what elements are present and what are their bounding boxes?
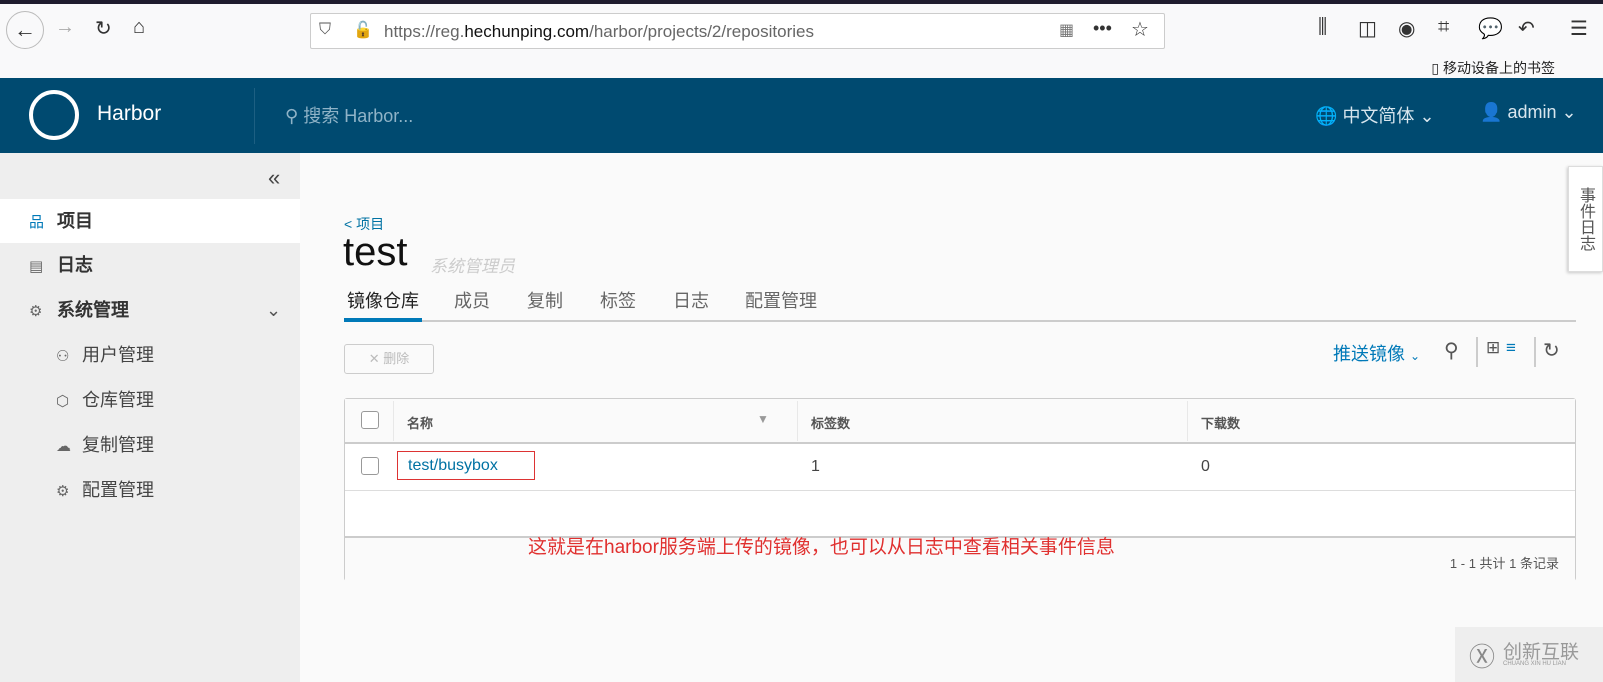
cube-icon: ⬡ [56, 393, 70, 410]
crop-icon[interactable]: ⌗ [1438, 16, 1449, 39]
sidebar-item-admin[interactable]: ⚙ 系统管理 ⌄ [0, 288, 300, 332]
select-all-checkbox[interactable] [361, 411, 379, 429]
annotation-text: 这就是在harbor服务端上传的镜像，也可以从日志中查看相关事件信息 [528, 537, 1115, 558]
pagination-count: 1 - 1 共计 1 条记录 [1449, 556, 1559, 571]
admin-icon: ⚙ [29, 303, 43, 320]
account-icon[interactable]: ◉ [1398, 16, 1415, 41]
column-downloads[interactable]: 下载数 [1201, 413, 1240, 432]
divider [1534, 337, 1536, 367]
tab-labels[interactable]: 标签 [600, 287, 636, 313]
sidebar-item-config[interactable]: ⚙ 配置管理 [56, 468, 154, 514]
reload-button[interactable]: ↻ [95, 16, 112, 41]
menu-icon[interactable]: ☰ [1570, 16, 1588, 41]
browser-toolbar: ← → ↻ ⌂ ⛉ 🔓 https://reg.hechunping.com/h… [0, 0, 1603, 78]
card-view-icon[interactable]: ⊞ [1486, 338, 1500, 358]
global-search[interactable]: ⚲ 搜索 Harbor... [285, 102, 413, 128]
undo-icon[interactable]: ↶ [1518, 16, 1535, 41]
watermark: Ⓧ 创新互联 CHUANG XIN HU LIAN [1455, 627, 1603, 682]
shield-icon: ⛉ [319, 21, 332, 38]
back-button[interactable]: ← [6, 11, 44, 49]
filter-icon[interactable]: ▼ [757, 412, 769, 426]
sidebar-item-users[interactable]: ⚇ 用户管理 [56, 333, 154, 379]
gear-icon: ⚙ [56, 483, 70, 500]
column-tags[interactable]: 标签数 [811, 413, 850, 432]
event-log-tab[interactable]: 事件日志 [1568, 166, 1603, 272]
user-icon: 👤 [1480, 102, 1503, 122]
projects-icon: 品 [29, 214, 45, 231]
sidebar: « 品项目 ▤ 日志 ⚙ 系统管理 ⌄ ⚇ 用户管理 ⬡ 仓库管理 ☁ 复制管理 ⚙ 配置管理 [0, 153, 300, 682]
qr-code-icon[interactable]: ▦ [1059, 20, 1074, 40]
list-view-icon[interactable]: ≡ [1506, 338, 1516, 358]
divider [1476, 337, 1478, 367]
search-icon: ⚲ [285, 106, 299, 126]
sidebar-icon[interactable]: ◫ [1358, 16, 1377, 41]
page-title: test [343, 230, 408, 274]
sidebar-item-projects[interactable]: 品项目 [0, 199, 300, 243]
chevron-down-icon: ⌄ [1419, 106, 1435, 126]
language-selector[interactable]: 🌐 中文简体 ⌄ [1315, 102, 1435, 128]
tab-configuration[interactable]: 配置管理 [745, 287, 817, 313]
watermark-logo-icon: Ⓧ [1469, 642, 1496, 672]
url-bar[interactable]: ⛉ 🔓 https://reg.hechunping.com/harbor/pr… [310, 13, 1165, 49]
url-text: https://reg.hechunping.com/harbor/projec… [384, 22, 814, 41]
refresh-icon[interactable]: ↻ [1543, 338, 1560, 363]
sidebar-item-replication[interactable]: ☁ 复制管理 [56, 423, 154, 469]
tag-count: 1 [811, 458, 820, 475]
app-header: Harbor ⚲ 搜索 Harbor... 🌐 中文简体 ⌄ 👤 admin ⌄ [0, 78, 1603, 153]
tab-divider [344, 320, 1576, 322]
brand-name[interactable]: Harbor [97, 102, 161, 126]
mobile-bookmarks[interactable]: ▯ 移动设备上的书签 [1431, 58, 1555, 78]
user-menu[interactable]: 👤 admin ⌄ [1480, 102, 1577, 123]
log-icon: ▤ [29, 258, 44, 275]
sidebar-item-registries[interactable]: ⬡ 仓库管理 [56, 378, 154, 424]
tab-logs[interactable]: 日志 [673, 287, 709, 313]
forward-button[interactable]: → [55, 16, 75, 39]
download-count: 0 [1201, 458, 1210, 475]
more-icon[interactable]: ••• [1093, 18, 1112, 39]
library-icon[interactable]: ⫼ [1318, 16, 1327, 39]
collapse-sidebar-icon[interactable]: « [268, 165, 280, 191]
table-header: 名称 ▼ 标签数 下载数 [345, 399, 1575, 444]
role-label: 系统管理员 [430, 257, 515, 276]
search-icon[interactable]: ⚲ [1444, 338, 1459, 363]
active-tab-indicator [344, 318, 422, 322]
divider [254, 88, 255, 144]
sidebar-item-logs[interactable]: ▤ 日志 [0, 243, 300, 287]
users-icon: ⚇ [56, 348, 70, 365]
divider [345, 490, 1575, 491]
lock-warning-icon: 🔓 [353, 22, 373, 39]
harbor-logo-icon [29, 90, 79, 140]
globe-icon: 🌐 [1315, 106, 1338, 126]
chevron-down-icon: ⌄ [1410, 349, 1421, 363]
cloud-icon: ☁ [56, 438, 71, 455]
repository-link[interactable]: test/busybox [397, 451, 535, 480]
tab-members[interactable]: 成员 [454, 287, 490, 313]
chat-icon[interactable]: 💬 [1478, 16, 1503, 41]
star-icon[interactable]: ☆ [1131, 17, 1149, 42]
delete-button[interactable]: ✕ 删除 [344, 344, 434, 374]
chevron-down-icon: ⌄ [1561, 102, 1577, 122]
row-checkbox[interactable] [361, 457, 379, 475]
home-button[interactable]: ⌂ [133, 16, 145, 39]
tab-repositories[interactable]: 镜像仓库 [347, 287, 419, 313]
column-name[interactable]: 名称 [407, 413, 433, 432]
chevron-down-icon: ⌄ [266, 300, 282, 320]
push-image-dropdown[interactable]: 推送镜像 ⌄ [1333, 340, 1420, 366]
tab-replication[interactable]: 复制 [527, 287, 563, 313]
close-icon: ✕ [368, 351, 380, 366]
